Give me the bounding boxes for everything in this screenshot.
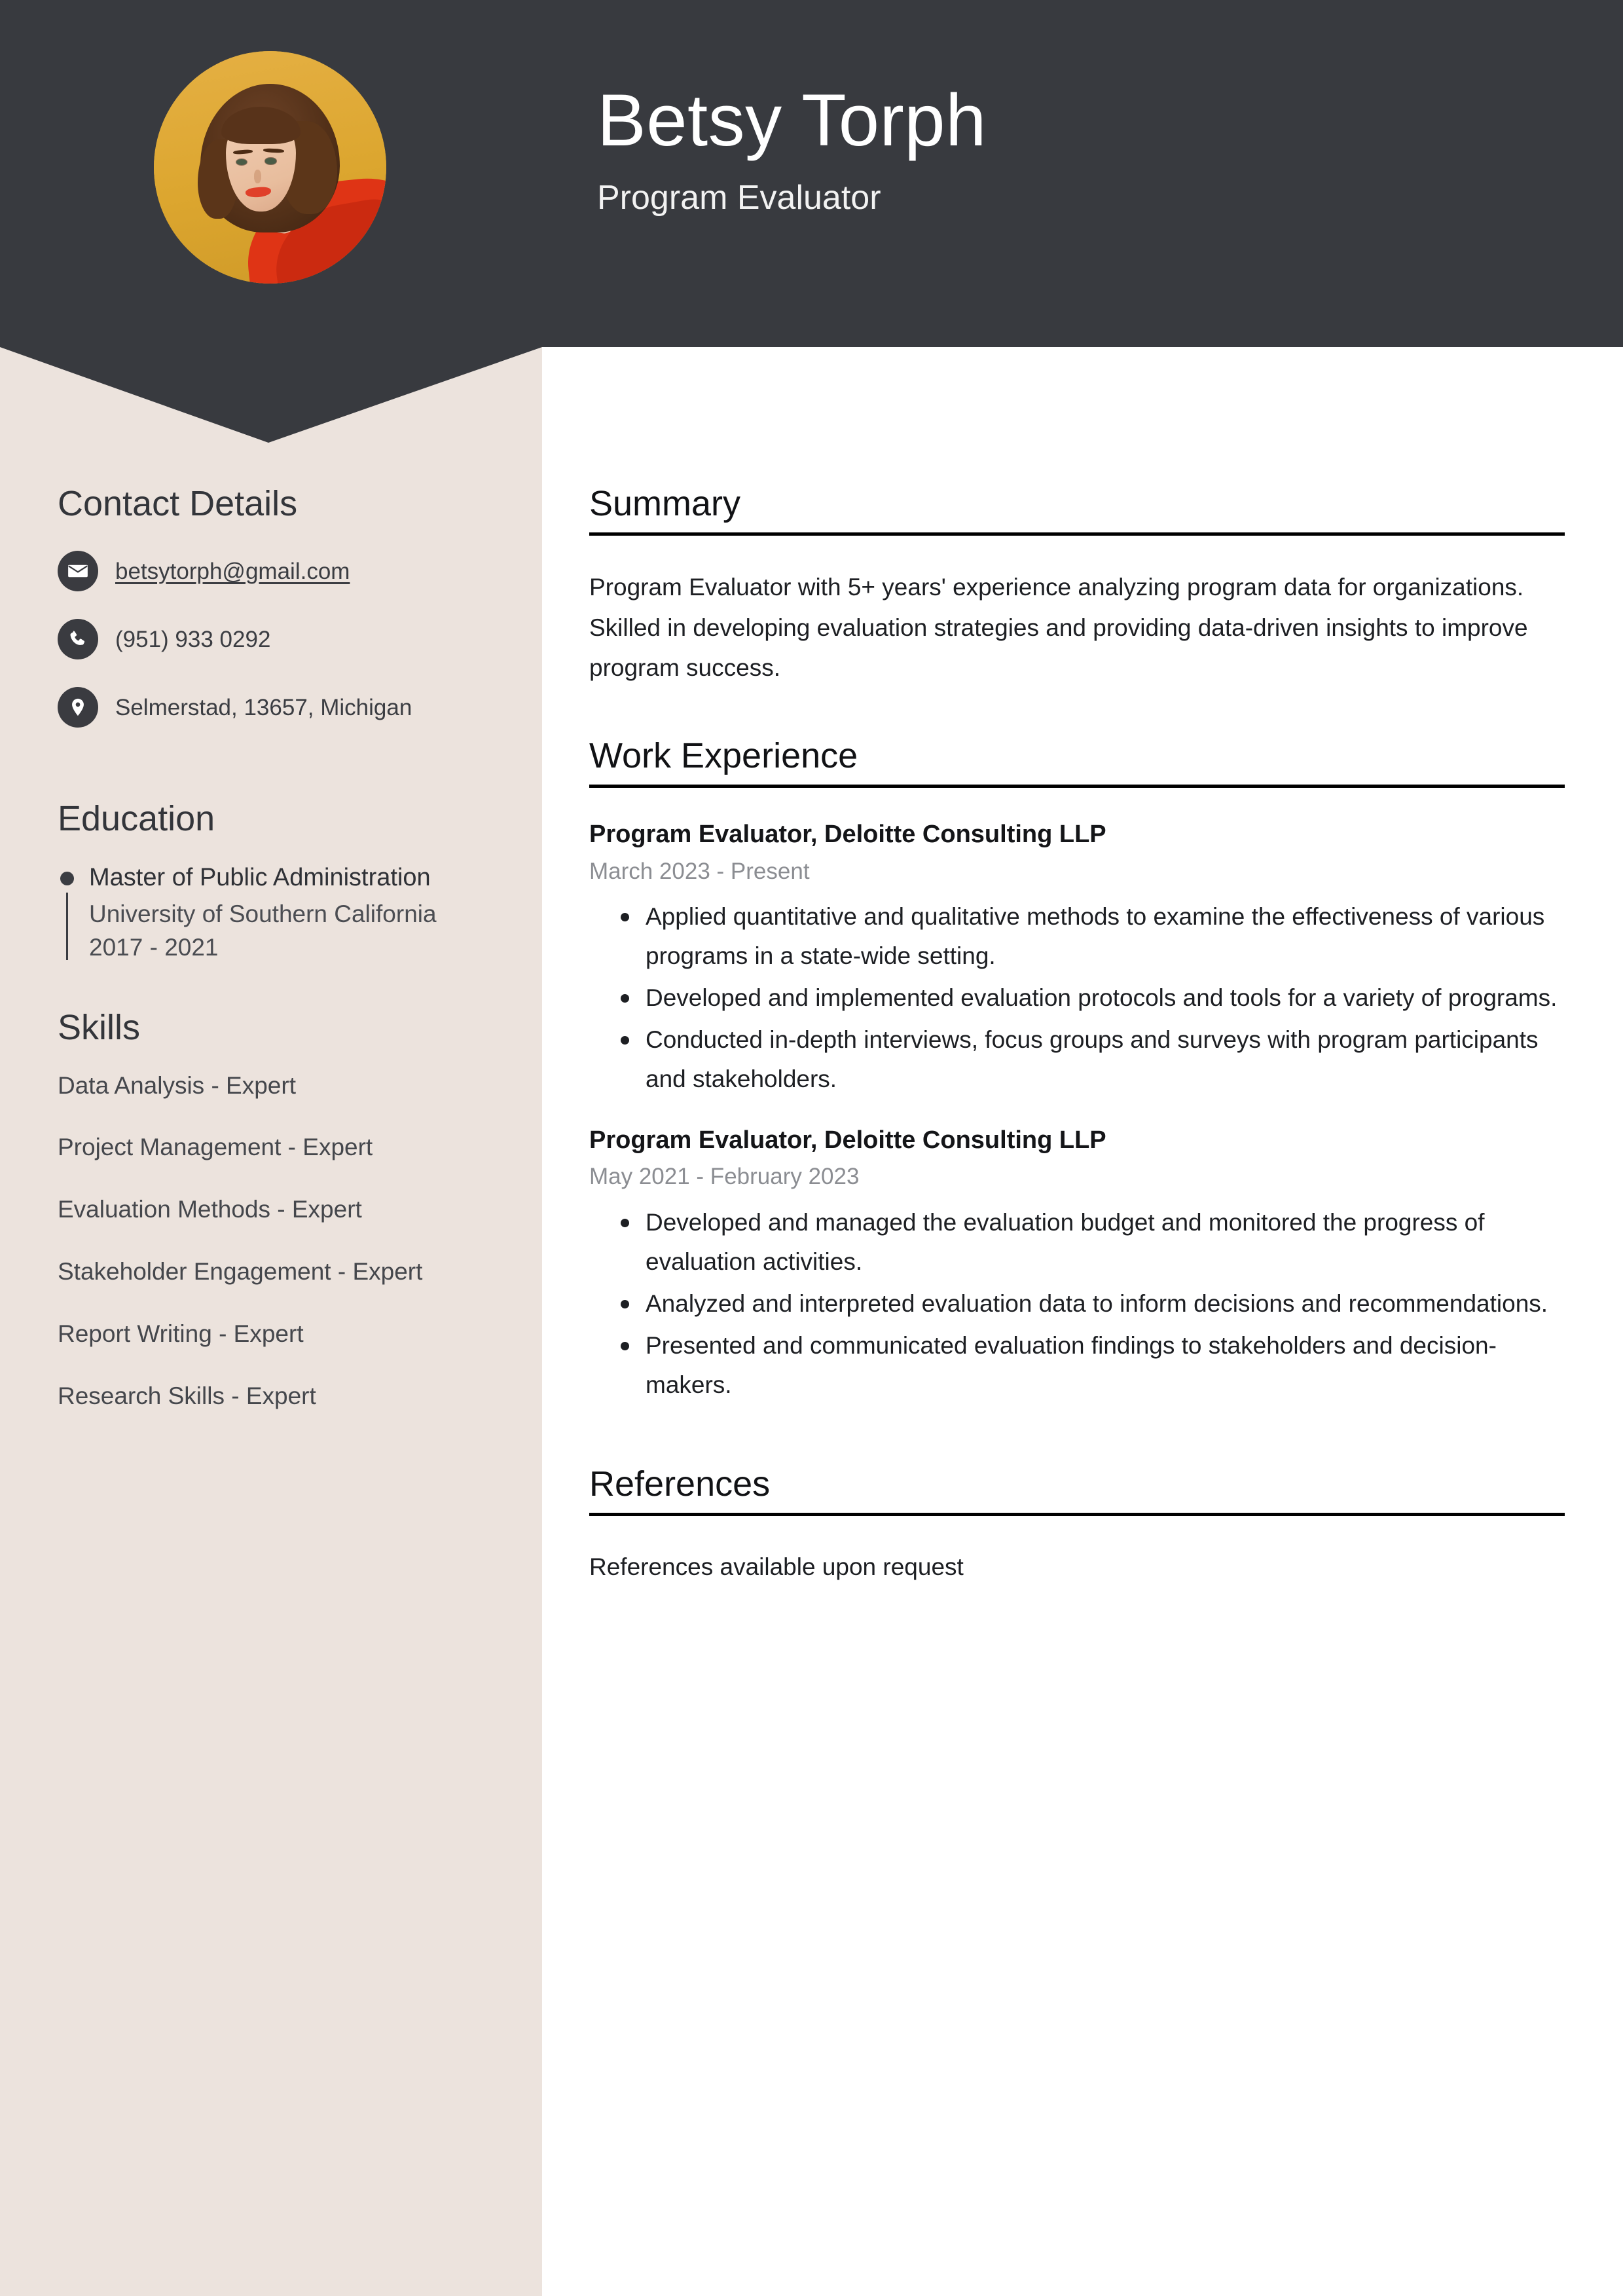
timeline-line [66, 892, 68, 961]
header-text-block: Betsy Torph Program Evaluator [597, 82, 987, 218]
avatar-photo [154, 51, 386, 284]
experience-entry: Program Evaluator, Deloitte Consulting L… [589, 1125, 1565, 1405]
avatar-eye-right [265, 158, 276, 164]
summary-text: Program Evaluator with 5+ years' experie… [589, 574, 1528, 682]
skill-item: Research Skills - Expert [58, 1382, 316, 1409]
education-dates: 2017 - 2021 [89, 934, 219, 961]
sidebar-divider-1 [58, 755, 490, 800]
experience-title: Program Evaluator, Deloitte Consulting L… [589, 1126, 1106, 1154]
skills-heading: Skills [58, 1008, 141, 1048]
bullet-dot-icon [60, 871, 74, 885]
education-heading: Education [58, 799, 215, 839]
skill-item: Project Management - Expert [58, 1134, 373, 1161]
skill-item: Evaluation Methods - Expert [58, 1196, 362, 1223]
experience-title: Program Evaluator, Deloitte Consulting L… [589, 821, 1106, 848]
experience-entry: Program Evaluator, Deloitte Consulting L… [589, 819, 1565, 1099]
phone-icon [58, 619, 98, 660]
references-rule [589, 1513, 1565, 1517]
education-school: University of Southern California [89, 900, 437, 928]
references-heading: References [589, 1464, 771, 1504]
work-experience-rule [589, 785, 1565, 788]
skill-item: Stakeholder Engagement - Expert [58, 1258, 423, 1286]
references-text: References available upon request [589, 1553, 964, 1581]
references-section: References References available upon req… [589, 1464, 1565, 1587]
experience-dates: May 2021 - February 2023 [589, 1164, 860, 1190]
education-degree: Master of Public Administration [89, 863, 431, 891]
contact-item-email[interactable]: betsytorph@gmail.com [58, 551, 490, 592]
education-entry: Master of Public Administration Universi… [58, 861, 490, 964]
envelope-icon [58, 551, 98, 592]
experience-bullet: Analyzed and interpreted evaluation data… [589, 1284, 1565, 1324]
sidebar-divider-2 [58, 964, 490, 1009]
page-title: Betsy Torph [597, 79, 987, 161]
experience-dates: March 2023 - Present [589, 858, 810, 884]
experience-bullet: Developed and implemented evaluation pro… [589, 978, 1565, 1018]
contact-email-label[interactable]: betsytorph@gmail.com [115, 557, 350, 587]
education-entry-body: Master of Public Administration Universi… [89, 861, 490, 964]
work-experience-section: Work Experience Program Evaluator, Deloi… [589, 735, 1565, 1405]
experience-bullet: Developed and managed the evaluation bud… [589, 1203, 1565, 1282]
resume-page: Betsy Torph Program Evaluator Contact De… [0, 0, 1623, 2296]
work-experience-heading: Work Experience [589, 735, 858, 775]
contact-address-label: Selmerstad, 13657, Michigan [115, 694, 412, 720]
skill-item: Data Analysis - Expert [58, 1071, 296, 1099]
summary-heading: Summary [589, 484, 741, 523]
experience-bullet: Applied quantitative and qualitative met… [589, 897, 1565, 976]
avatar-nose [253, 170, 261, 184]
map-pin-icon [58, 687, 98, 728]
job-title: Program Evaluator [597, 178, 881, 217]
summary-section: Summary Program Evaluator with 5+ years'… [589, 484, 1565, 688]
skill-item: Report Writing - Expert [58, 1320, 304, 1347]
experience-bullet: Conducted in-depth interviews, focus gro… [589, 1020, 1565, 1099]
avatar [154, 51, 386, 284]
sidebar-content: Contact Details betsytorph@gmail.com (95… [58, 484, 490, 1413]
experience-bullet: Presented and communicated evaluation fi… [589, 1326, 1565, 1405]
education-timeline-marker [58, 861, 80, 964]
contact-phone-label[interactable]: (951) 933 0292 [115, 625, 270, 655]
contact-item-phone[interactable]: (951) 933 0292 [58, 619, 490, 660]
experience-bullet-list: Developed and managed the evaluation bud… [589, 1203, 1565, 1405]
contact-details-heading: Contact Details [58, 484, 298, 523]
experience-bullet-list: Applied quantitative and qualitative met… [589, 897, 1565, 1099]
summary-rule [589, 532, 1565, 536]
main-content: Summary Program Evaluator with 5+ years'… [589, 484, 1565, 1587]
contact-item-address: Selmerstad, 13657, Michigan [58, 687, 490, 728]
